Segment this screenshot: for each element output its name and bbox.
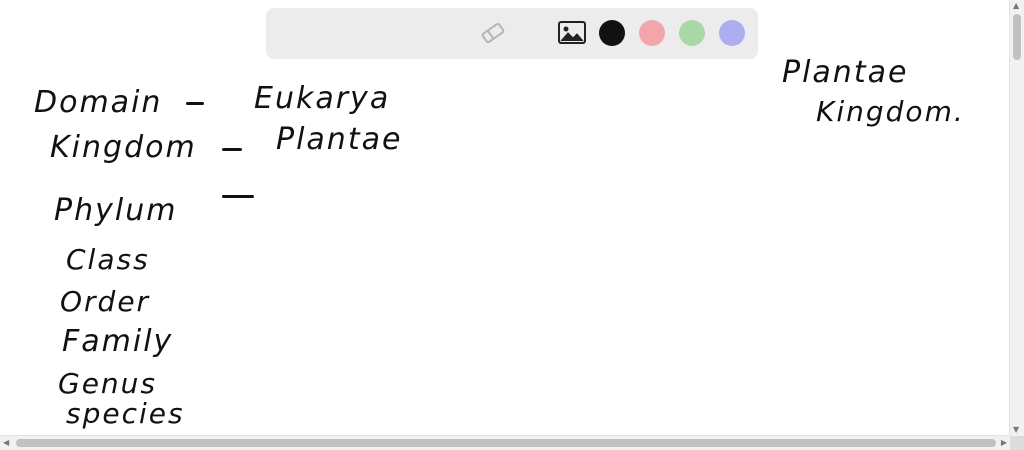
class-label: Class [66,243,150,276]
phylum-dash [222,195,254,198]
kingdom-dash [222,148,242,151]
genus-label: Genus [58,367,158,400]
vertical-scrollbar[interactable]: ▲ ▼ [1009,0,1024,436]
kingdom-label: Kingdom [50,130,197,165]
scroll-up-icon[interactable]: ▲ [1013,2,1019,10]
domain-label: Domain [34,85,163,120]
horizontal-scroll-thumb[interactable] [16,439,996,447]
scroll-left-icon[interactable]: ◀ [3,439,9,447]
family-label: Family [62,324,174,359]
phylum-label: Phylum [54,193,178,228]
domain-dash [186,102,204,105]
scrollbar-corner [1010,436,1024,450]
drawing-toolbar [266,8,758,59]
color-swatch-blue[interactable] [719,20,745,46]
vertical-scroll-thumb[interactable] [1013,14,1021,60]
scroll-down-icon[interactable]: ▼ [1013,426,1019,434]
eraser-icon[interactable] [480,20,506,46]
side-note-plantae: Plantae [782,55,909,90]
color-swatch-black[interactable] [599,20,625,46]
side-note-kingdom: Kingdom. [816,95,965,128]
species-label: species [66,397,185,430]
color-swatch-red[interactable] [639,20,665,46]
scroll-right-icon[interactable]: ▶ [1001,439,1007,447]
domain-value: Eukarya [254,81,391,116]
color-swatch-green[interactable] [679,20,705,46]
whiteboard-canvas[interactable]: Domain Eukarya Kingdom Plantae Phylum Cl… [0,0,1010,436]
kingdom-value: Plantae [276,122,403,157]
image-icon[interactable] [558,20,586,46]
order-label: Order [60,285,151,318]
horizontal-scrollbar[interactable]: ◀ ▶ [0,435,1010,450]
